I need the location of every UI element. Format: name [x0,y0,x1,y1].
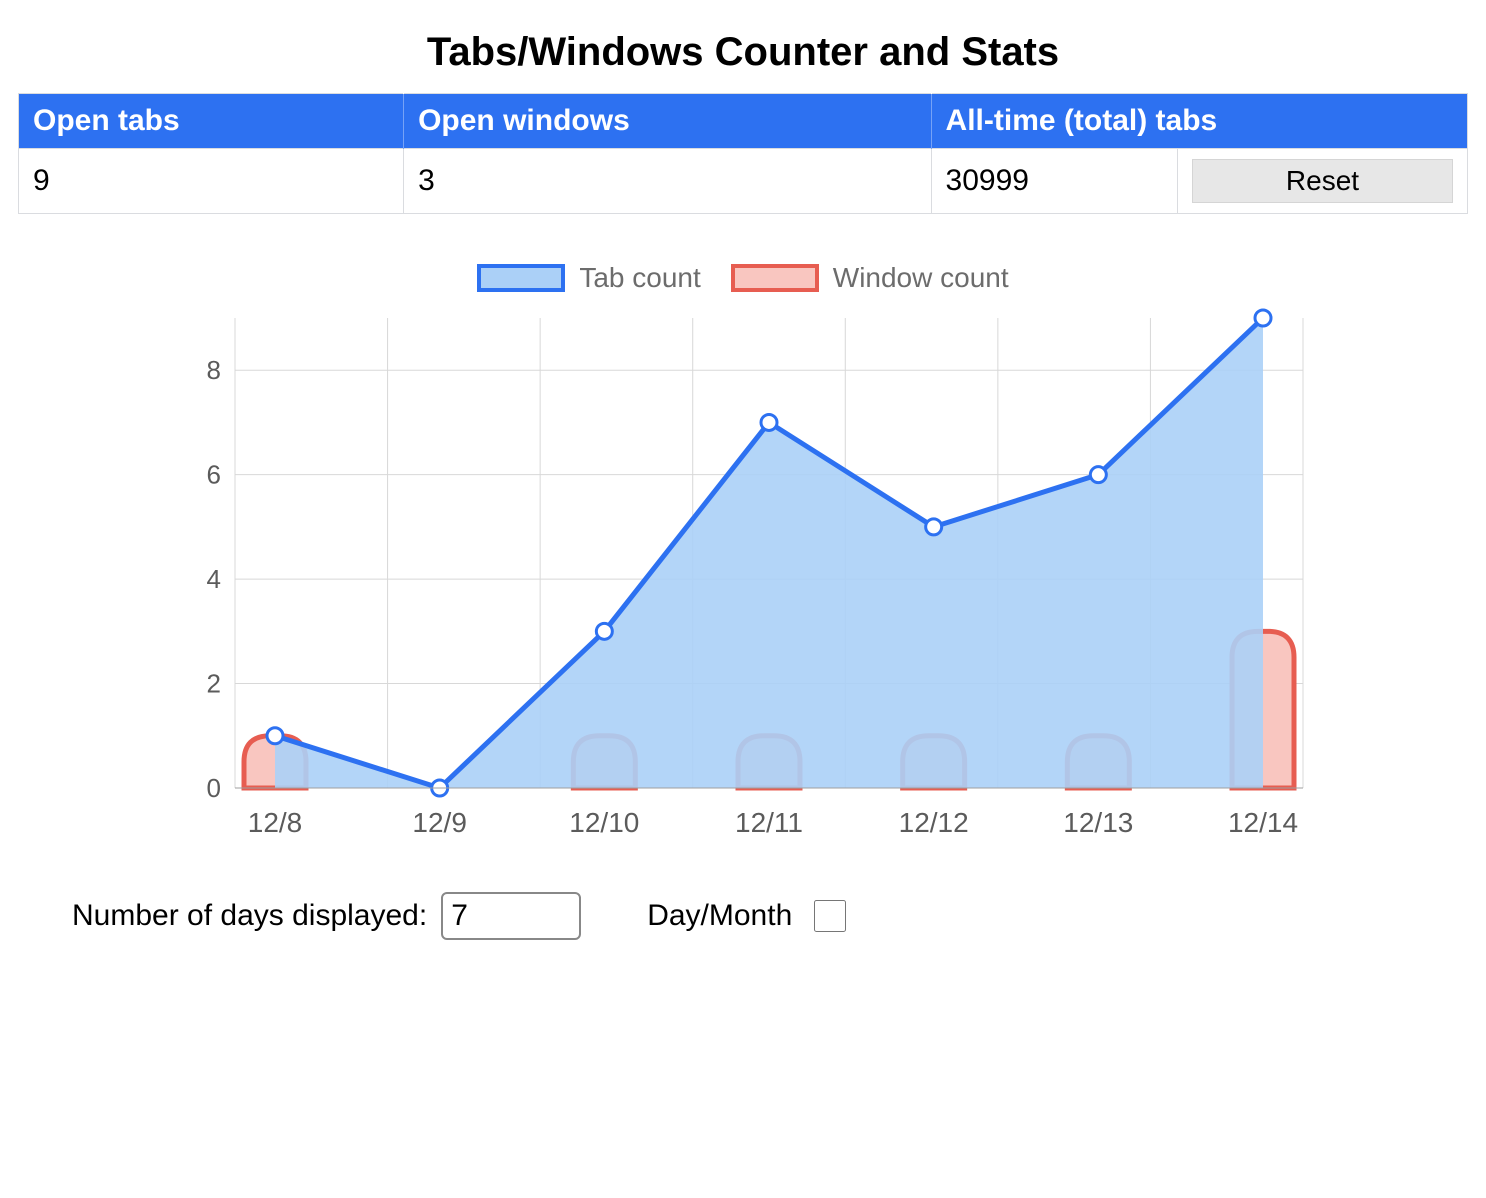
cell-all-time-tabs: 30999 [931,149,1177,214]
legend-label-window: Window count [833,262,1009,294]
chart-svg: 0 2 4 6 8 12/8 12/9 12/10 12/11 12/12 12/13 12/14 [173,306,1313,866]
th-open-tabs: Open tabs [19,94,404,149]
cell-open-windows: 3 [404,149,931,214]
svg-text:6: 6 [207,460,221,490]
reset-button[interactable]: Reset [1192,159,1453,203]
page-title: Tabs/Windows Counter and Stats [18,30,1468,75]
days-input[interactable] [441,892,581,940]
legend-item-tab[interactable]: Tab count [477,262,700,294]
svg-text:0: 0 [207,773,221,803]
days-label: Number of days displayed: [72,899,427,933]
day-month-checkbox[interactable] [814,900,846,932]
day-month-label: Day/Month [647,899,792,933]
svg-text:4: 4 [207,564,221,594]
svg-text:12/13: 12/13 [1063,807,1133,838]
svg-text:12/11: 12/11 [735,807,803,838]
th-all-time-tabs: All-time (total) tabs [931,94,1467,149]
stats-table: Open tabs Open windows All-time (total) … [18,93,1468,214]
svg-text:12/12: 12/12 [899,807,969,838]
controls-row: Number of days displayed: Day/Month [72,892,1468,940]
swatch-tab-icon [477,264,565,292]
svg-text:12/10: 12/10 [569,807,639,838]
svg-text:8: 8 [207,355,221,385]
legend-item-window[interactable]: Window count [731,262,1009,294]
svg-text:12/14: 12/14 [1228,807,1298,838]
chart: 0 2 4 6 8 12/8 12/9 12/10 12/11 12/12 12/13 12/14 [173,306,1313,866]
svg-text:2: 2 [207,669,221,699]
svg-text:12/8: 12/8 [248,807,303,838]
table-row: 9 3 30999 Reset [19,149,1468,214]
svg-text:12/9: 12/9 [412,807,467,838]
th-open-windows: Open windows [404,94,931,149]
legend-label-tab: Tab count [579,262,700,294]
swatch-window-icon [731,264,819,292]
cell-open-tabs: 9 [19,149,404,214]
chart-legend: Tab count Window count [18,262,1468,294]
